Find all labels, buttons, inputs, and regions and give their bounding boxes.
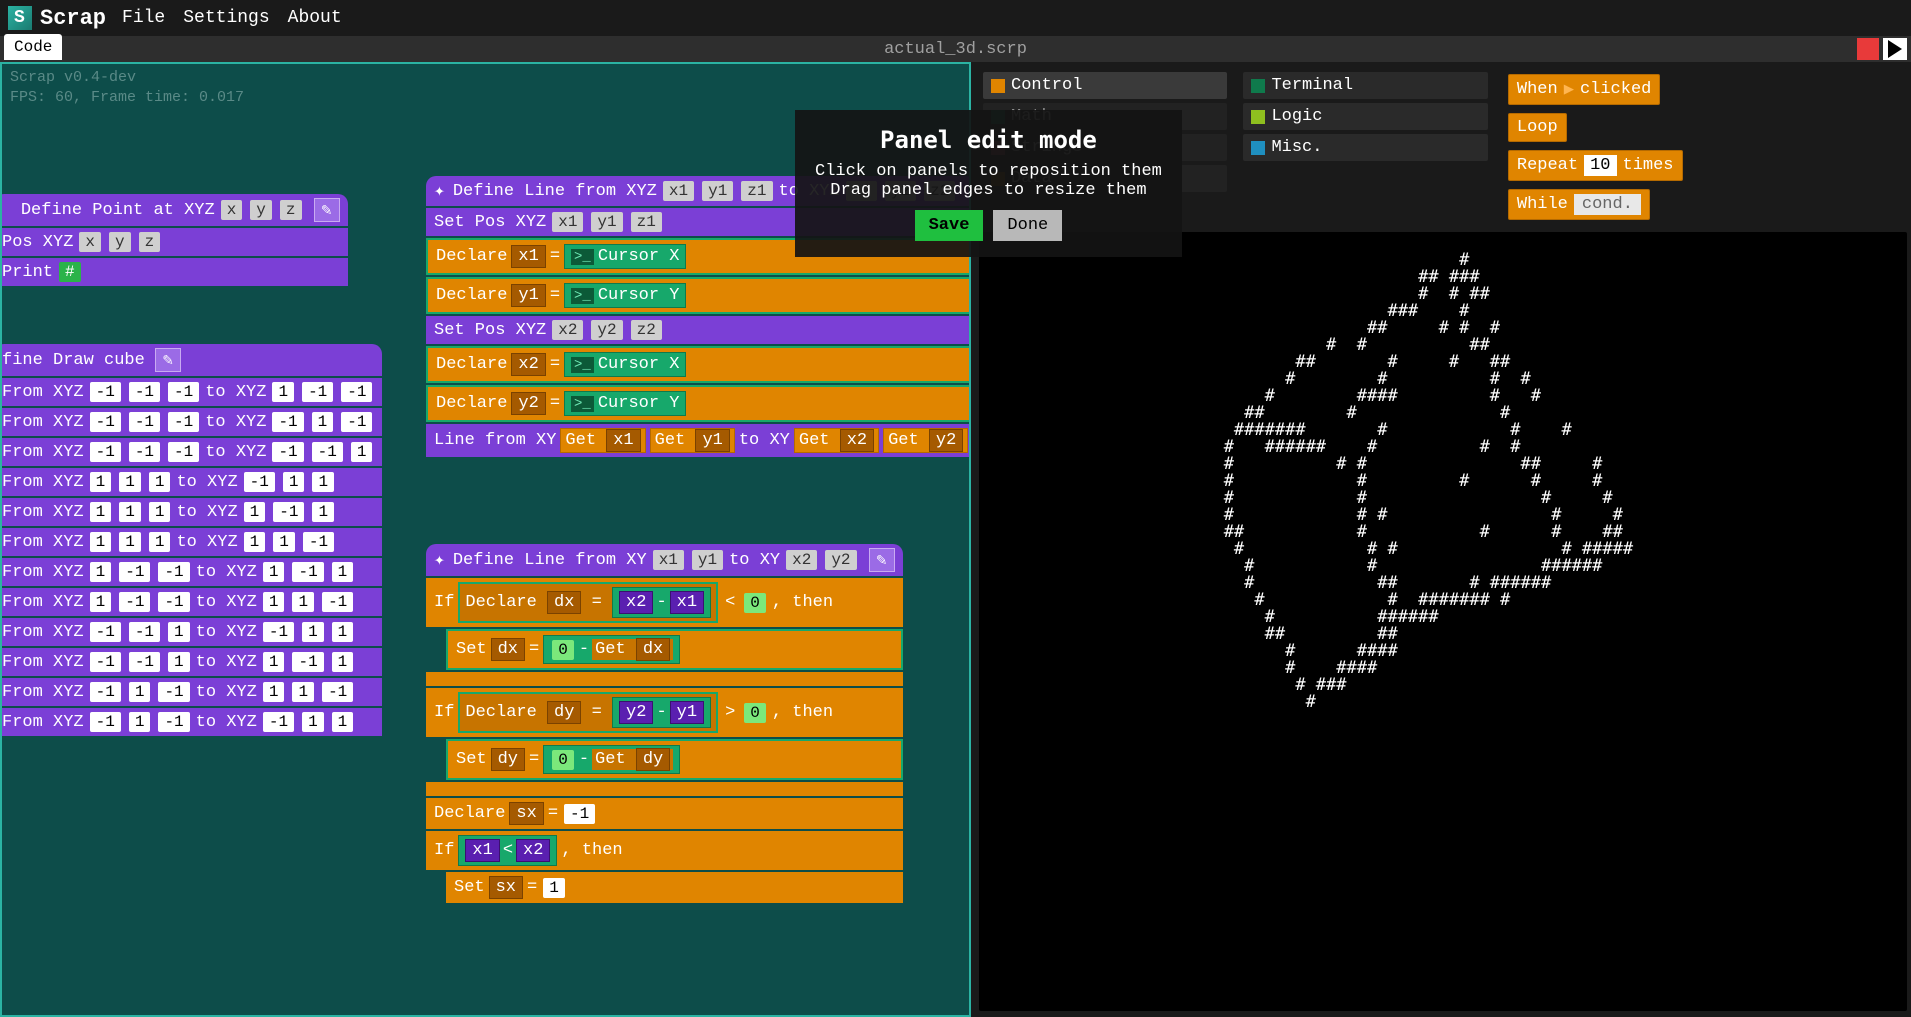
cube-line-row[interactable]: From XYZ-11-1to XYZ-111 (0, 708, 382, 736)
cube-line-row[interactable]: From XYZ-1-1-1to XYZ-1-11 (0, 438, 382, 466)
flag-icon: ▶ (1564, 79, 1574, 100)
category-terminal[interactable]: Terminal (1243, 72, 1487, 99)
category-control[interactable]: Control (983, 72, 1227, 99)
cube-line-row[interactable]: From XYZ1-1-1to XYZ11-1 (0, 588, 382, 616)
filename-label: actual_3d.scrp (884, 40, 1027, 59)
done-button[interactable]: Done (993, 210, 1062, 241)
define-draw-cube-block[interactable]: fine Draw cube ✎ From XYZ-1-1-1to XYZ1-1… (0, 344, 382, 738)
category-logic[interactable]: Logic (1243, 103, 1487, 130)
palette-while[interactable]: While cond. (1508, 189, 1650, 220)
menubar: Scrap File Settings About (0, 0, 1911, 36)
star-icon: ✦ (434, 180, 445, 202)
terminal-output: # ## ### # # ## ### # ## # # # (979, 232, 1907, 1011)
star-icon: ✦ (434, 549, 445, 571)
edit-icon[interactable]: ✎ (314, 198, 340, 222)
category-misc[interactable]: Misc. (1243, 134, 1487, 161)
app-logo: Scrap (8, 6, 106, 31)
cube-line-row[interactable]: From XYZ111to XYZ1-11 (0, 498, 382, 526)
menu-file[interactable]: File (122, 8, 165, 28)
run-button[interactable] (1883, 38, 1907, 60)
logo-icon (8, 6, 32, 30)
cube-line-row[interactable]: From XYZ1-1-1to XYZ1-11 (0, 558, 382, 586)
cube-line-row[interactable]: From XYZ111to XYZ11-1 (0, 528, 382, 556)
app-name: Scrap (40, 6, 106, 31)
cube-line-row[interactable]: From XYZ111to XYZ-111 (0, 468, 382, 496)
menu-settings[interactable]: Settings (183, 8, 269, 28)
palette-loop[interactable]: Loop (1508, 113, 1567, 142)
panel-edit-modal: Panel edit mode Click on panels to repos… (795, 110, 1182, 257)
define-line-xy-block[interactable]: ✦ Define Line from XY x1 y1 to XY x2 y2 … (426, 544, 903, 905)
edit-icon[interactable]: ✎ (869, 548, 895, 572)
palette-when-clicked[interactable]: When ▶ clicked (1508, 74, 1660, 105)
category-panel-2: Terminal Logic Misc. (1239, 68, 1491, 226)
tab-code[interactable]: Code (4, 34, 62, 60)
block-palette: When ▶ clicked Loop Repeat 10 times Whil… (1500, 68, 1907, 226)
modal-title: Panel edit mode (815, 126, 1162, 154)
menu-about[interactable]: About (288, 8, 342, 28)
infobar: Code actual_3d.scrp (0, 36, 1911, 62)
stop-button[interactable] (1857, 38, 1879, 60)
define-point-block[interactable]: ✦ Define Point at XYZ x y z ✎ Pos XYZ x … (0, 194, 348, 288)
cube-line-row[interactable]: From XYZ-11-1to XYZ11-1 (0, 678, 382, 706)
cube-line-row[interactable]: From XYZ-1-1-1to XYZ1-1-1 (0, 378, 382, 406)
play-icon (1888, 40, 1902, 58)
cube-line-row[interactable]: From XYZ-1-11to XYZ1-11 (0, 648, 382, 676)
save-button[interactable]: Save (915, 210, 984, 241)
palette-repeat[interactable]: Repeat 10 times (1508, 150, 1683, 181)
edit-icon[interactable]: ✎ (155, 348, 181, 372)
cube-line-row[interactable]: From XYZ-1-11to XYZ-111 (0, 618, 382, 646)
cube-line-row[interactable]: From XYZ-1-1-1to XYZ-11-1 (0, 408, 382, 436)
debug-overlay: Scrap v0.4-dev FPS: 60, Frame time: 0.01… (10, 68, 244, 107)
